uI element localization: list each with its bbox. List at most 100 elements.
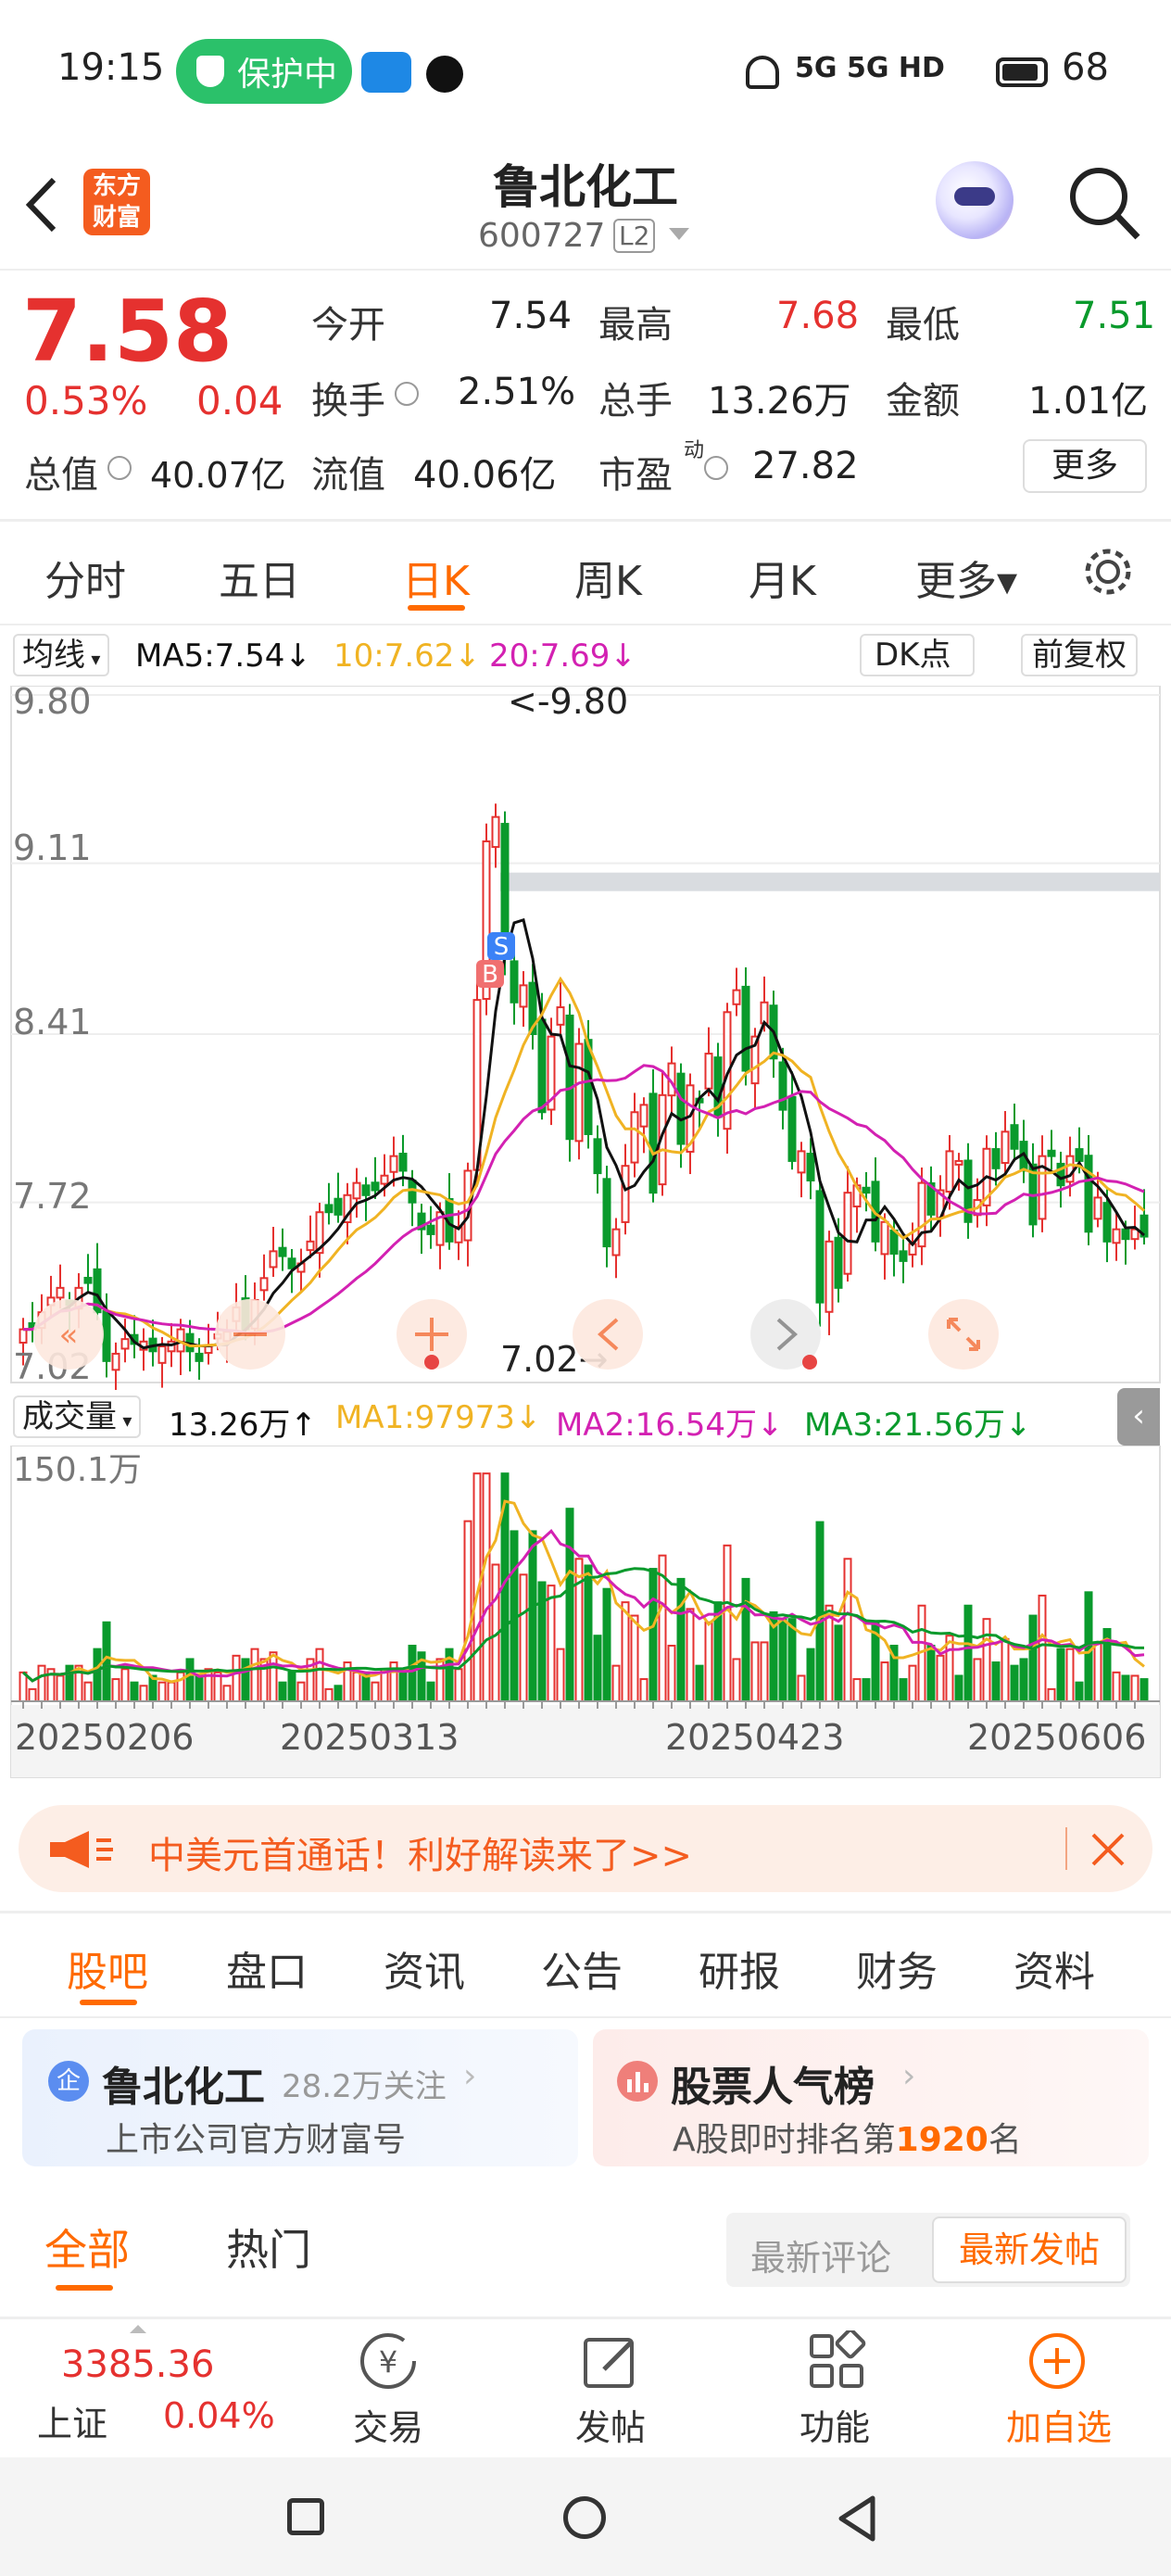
close-icon[interactable] <box>1089 1831 1127 1868</box>
candle <box>111 1352 120 1371</box>
mcap-value: 40.07亿 <box>150 455 286 496</box>
settings-gear-icon[interactable] <box>1080 544 1136 600</box>
svg-text:S: S <box>494 933 510 961</box>
tab-finance[interactable]: 财务 <box>856 1938 938 1998</box>
volume-chart[interactable]: 150.1万 20250206 20250313 20250423 202506… <box>0 1446 1171 1779</box>
volume-bar <box>139 1685 148 1702</box>
functions-button[interactable]: 功能 <box>780 2399 889 2450</box>
candle <box>556 1006 565 1026</box>
collapse-panel-button[interactable]: ‹ <box>1117 1388 1160 1446</box>
candle <box>519 984 528 1008</box>
tab-5day[interactable]: 五日 <box>219 548 300 607</box>
volume-bar <box>667 1645 676 1702</box>
amount-value: 1.01亿 <box>1028 380 1149 423</box>
tab-intraday[interactable]: 分时 <box>44 548 126 607</box>
volume-bar <box>704 1621 713 1702</box>
index-value[interactable]: 3385.36 <box>61 2343 214 2386</box>
candle <box>815 1190 825 1304</box>
sell-signal-icon[interactable]: S <box>487 932 515 961</box>
back-icon[interactable] <box>836 2494 880 2543</box>
chevron-right-icon: › <box>463 2057 477 2095</box>
search-icon[interactable] <box>1065 161 1143 246</box>
bottom-toolbar: 3385.36 上证 0.04% ¥ 交易 发帖 功能 加自选 <box>0 2319 1171 2456</box>
more-button[interactable]: 更多 <box>1023 439 1147 493</box>
candle <box>880 1220 889 1256</box>
candle <box>1065 1155 1075 1183</box>
volume-bar <box>241 1658 250 1702</box>
sort-latest-post[interactable]: 最新发帖 <box>932 2216 1127 2283</box>
info-icon[interactable] <box>704 456 728 480</box>
trade-button[interactable]: 交易 <box>334 2399 443 2450</box>
info-icon[interactable] <box>395 382 419 406</box>
index-name[interactable]: 上证 <box>37 2395 107 2446</box>
tab-weekly-k[interactable]: 周K <box>574 548 642 607</box>
home-icon[interactable] <box>563 2496 606 2539</box>
volume-bar <box>426 1681 435 1703</box>
candle <box>704 1053 713 1090</box>
x-tick-label: 20250423 <box>665 1717 844 1758</box>
level2-badge[interactable]: L2 <box>613 219 656 253</box>
tab-daily-k[interactable]: 日K <box>402 548 470 607</box>
volume-bar <box>602 1587 611 1702</box>
fullscreen-button[interactable] <box>928 1299 999 1370</box>
volume-bar <box>963 1604 973 1703</box>
robot-assistant-icon[interactable] <box>936 161 1014 239</box>
news-banner[interactable]: 中美元首通话！利好解读来了>> <box>19 1805 1152 1892</box>
tab-profile[interactable]: 资料 <box>1014 1938 1095 1998</box>
post-button[interactable]: 发帖 <box>556 2399 665 2450</box>
company-card[interactable]: 企 鲁北化工 28.2万关注 › 上市公司官方财富号 <box>22 2029 578 2166</box>
buy-signal-icon[interactable]: B <box>476 960 504 989</box>
dk-point-button[interactable]: DK点 <box>860 634 976 676</box>
volume-bar <box>130 1681 139 1703</box>
volume-bar <box>787 1618 797 1702</box>
protect-pill[interactable]: 保护中 <box>176 39 352 104</box>
volume-bar <box>843 1558 852 1702</box>
volume-value: 13.26万↑ <box>169 1407 317 1444</box>
open-label: 今开 <box>311 304 385 347</box>
prev-button[interactable] <box>573 1299 643 1370</box>
tab-research[interactable]: 研报 <box>699 1938 780 1998</box>
tab-monthly-k[interactable]: 月K <box>749 548 816 607</box>
candle <box>398 1153 408 1172</box>
filter-hot[interactable]: 热门 <box>226 2216 311 2278</box>
trade-yen-icon[interactable]: ¥ <box>354 2329 422 2393</box>
recents-icon[interactable] <box>287 2498 324 2535</box>
candle <box>1001 1130 1010 1165</box>
volume-bar <box>195 1674 204 1702</box>
ma-selector[interactable]: 均线 ▾ <box>13 634 110 676</box>
tab-pankou[interactable]: 盘口 <box>226 1938 308 1998</box>
tab-more[interactable]: 更多▾ <box>915 548 1017 607</box>
popularity-card[interactable]: 股票人气榜 › A股即时排名第1920名 <box>593 2029 1149 2166</box>
adjust-button[interactable]: 前复权 <box>1021 634 1138 676</box>
chevron-down-icon[interactable] <box>669 228 689 240</box>
filter-all[interactable]: 全部 <box>44 2216 130 2278</box>
grid-apps-icon[interactable] <box>806 2330 867 2392</box>
compose-icon[interactable] <box>580 2330 641 2392</box>
candle <box>19 1328 28 1344</box>
y-tick-label: 9.80 <box>13 686 92 722</box>
sort-latest-comment[interactable]: 最新评论 <box>750 2229 891 2280</box>
volume-bar <box>926 1645 936 1702</box>
add-circle-icon[interactable] <box>1026 2330 1088 2392</box>
candle <box>584 1039 593 1135</box>
info-icon[interactable] <box>107 456 132 480</box>
x-tick-label: 20250606 <box>967 1717 1146 1758</box>
index-percent[interactable]: 0.04% <box>163 2395 275 2436</box>
pe-label: 市盈 <box>598 454 673 497</box>
candlestick-chart[interactable]: 9.80 9.11 8.41 7.72 7.02 <-9.80 7.02→ S … <box>0 686 1171 1390</box>
tab-guba[interactable]: 股吧 <box>67 1938 148 1998</box>
x-tick-label: 20250206 <box>15 1717 194 1758</box>
vol-ma1-value: MA1:97973↓ <box>335 1399 542 1436</box>
volume-bar <box>954 1674 963 1702</box>
volume-bar <box>454 1668 463 1702</box>
tab-news[interactable]: 资讯 <box>384 1938 465 1998</box>
add-watchlist-button[interactable]: 加自选 <box>991 2399 1127 2450</box>
y-tick-label: 9.11 <box>13 827 92 868</box>
volume-selector[interactable]: 成交量 ▾ <box>13 1395 142 1438</box>
candle <box>1010 1124 1019 1150</box>
volume-bar <box>1001 1637 1010 1702</box>
candle <box>352 1181 361 1200</box>
volume-bar <box>371 1681 380 1703</box>
volume-bar <box>204 1668 213 1702</box>
tab-announcements[interactable]: 公告 <box>541 1938 623 1998</box>
